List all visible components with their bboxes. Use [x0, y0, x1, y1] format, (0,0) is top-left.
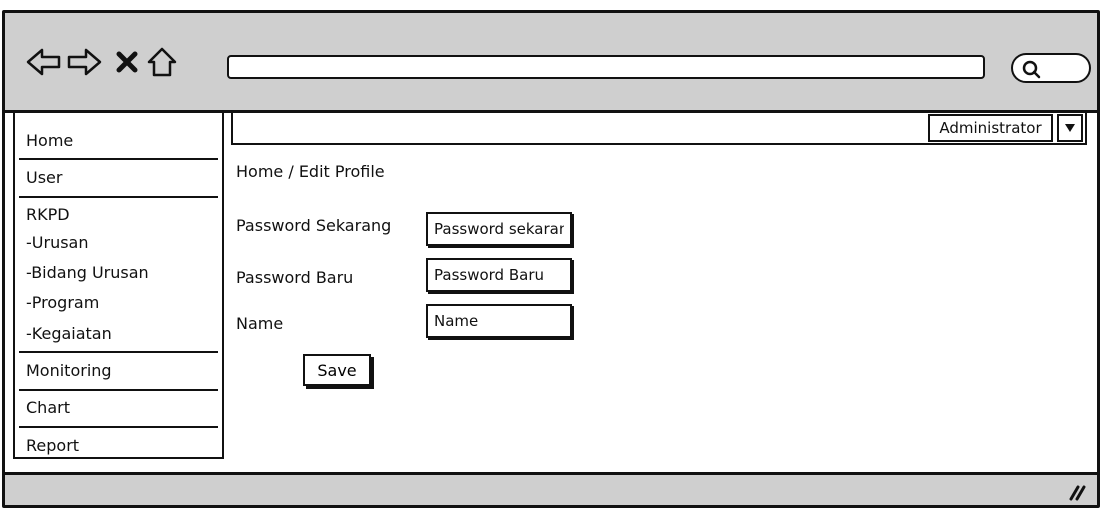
sidebar-item-report[interactable]: Report — [15, 436, 222, 455]
current-password-field[interactable] — [426, 212, 572, 246]
sidebar-item-rkpd[interactable]: RKPD — [15, 205, 222, 224]
browser-toolbar — [5, 13, 1097, 113]
sidebar-divider — [19, 196, 218, 198]
sidebar-item-kegaiatan[interactable]: -Kegaiatan — [15, 324, 222, 343]
back-arrow-icon[interactable] — [25, 43, 63, 81]
sidebar-item-urusan[interactable]: -Urusan — [15, 233, 222, 252]
breadcrumb: Home / Edit Profile — [236, 162, 385, 181]
sidebar-item-user[interactable]: User — [15, 168, 222, 187]
search-icon — [1022, 60, 1041, 79]
close-icon[interactable] — [108, 43, 146, 81]
name-label: Name — [236, 314, 284, 333]
sidebar-divider — [19, 426, 218, 428]
address-bar[interactable] — [227, 55, 985, 79]
name-field[interactable] — [426, 304, 572, 338]
resize-grip-icon[interactable] — [1065, 481, 1087, 501]
sidebar-divider — [19, 158, 218, 160]
browser-search-button[interactable] — [1011, 53, 1091, 83]
current-password-label: Password Sekarang — [236, 216, 392, 235]
new-password-field[interactable] — [426, 258, 572, 292]
sidebar-menu: Home User RKPD -Urusan -Bidang Urusan -P… — [13, 111, 224, 459]
status-bar — [5, 472, 1097, 505]
home-icon[interactable] — [143, 43, 181, 81]
sidebar-item-chart[interactable]: Chart — [15, 398, 222, 417]
sidebar-item-program[interactable]: -Program — [15, 293, 222, 312]
forward-arrow-icon[interactable] — [65, 43, 103, 81]
user-menu-label[interactable]: Administrator — [928, 114, 1053, 142]
caret-down-icon[interactable] — [1057, 114, 1083, 142]
new-password-label: Password Baru — [236, 268, 354, 287]
save-button[interactable]: Save — [303, 354, 371, 386]
sidebar-divider — [19, 351, 218, 353]
sidebar-item-home[interactable]: Home — [15, 131, 222, 150]
sidebar-item-bidang-urusan[interactable]: -Bidang Urusan — [15, 263, 222, 282]
sidebar-item-monitoring[interactable]: Monitoring — [15, 361, 222, 380]
sidebar-divider — [19, 389, 218, 391]
